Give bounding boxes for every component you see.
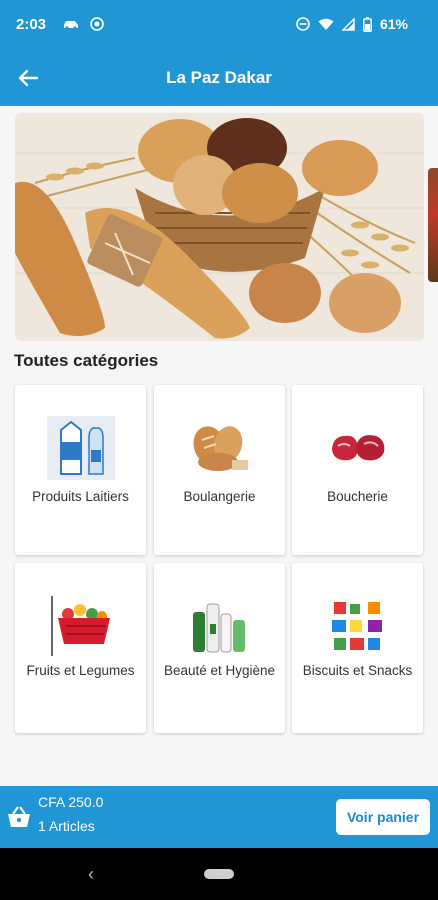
cosmetics-icon xyxy=(192,603,245,653)
status-notification-icons xyxy=(62,17,104,31)
nav-back-icon[interactable]: ‹ xyxy=(88,864,94,885)
snacks-icon xyxy=(331,602,382,650)
category-card-beauty[interactable]: Beauté et Hygiène xyxy=(154,563,285,733)
battery-percent: 61% xyxy=(379,16,408,32)
next-banner-peek[interactable] xyxy=(428,168,438,282)
category-card-butcher[interactable]: Boucherie xyxy=(292,385,423,555)
category-card-bakery[interactable]: Boulangerie xyxy=(154,385,285,555)
status-time: 2:03 xyxy=(16,16,47,33)
dnd-icon xyxy=(296,17,310,31)
dairy-icon xyxy=(46,416,115,480)
cart-price: CFA 250.0 xyxy=(38,794,104,810)
nav-home-icon[interactable] xyxy=(204,869,234,879)
category-label: Produits Laitiers xyxy=(32,489,129,504)
view-cart-button[interactable]: Voir panier xyxy=(336,799,430,835)
car-icon xyxy=(64,21,78,30)
promo-banner[interactable] xyxy=(15,113,424,341)
battery-icon xyxy=(363,16,372,32)
shopping-basket-icon xyxy=(8,806,30,827)
cart-bar[interactable]: CFA 250.0 1 Articles Voir panier xyxy=(0,786,438,848)
main-content[interactable]: Toutes catégories Produits Laitiers Boul… xyxy=(0,106,438,786)
wifi-icon xyxy=(318,18,334,30)
category-card-dairy[interactable]: Produits Laitiers xyxy=(15,385,146,555)
category-label: Fruits et Legumes xyxy=(26,663,135,678)
category-label: Biscuits et Snacks xyxy=(302,663,413,678)
app-bar: La Paz Dakar xyxy=(0,50,438,106)
category-card-snacks[interactable]: Biscuits et Snacks xyxy=(292,563,423,733)
page-title: La Paz Dakar xyxy=(166,68,272,87)
section-title: Toutes catégories xyxy=(14,351,159,370)
cart-count: 1 Articles xyxy=(38,818,95,834)
bread-basket-photo xyxy=(15,113,424,341)
category-label: Boucherie xyxy=(327,489,388,504)
category-label: Boulangerie xyxy=(183,489,256,504)
category-label: Beauté et Hygiène xyxy=(163,663,276,678)
status-bar: 2:03 61% xyxy=(0,0,438,50)
bread-icon xyxy=(192,426,248,471)
target-icon xyxy=(90,17,104,31)
fruit-basket-icon xyxy=(50,596,110,656)
status-system-icons: 61% xyxy=(296,16,408,32)
meat-icon xyxy=(331,435,384,461)
system-nav-bar: ‹ xyxy=(0,848,438,900)
category-card-fruits[interactable]: Fruits et Legumes xyxy=(15,563,146,733)
signal-icon xyxy=(341,17,355,31)
